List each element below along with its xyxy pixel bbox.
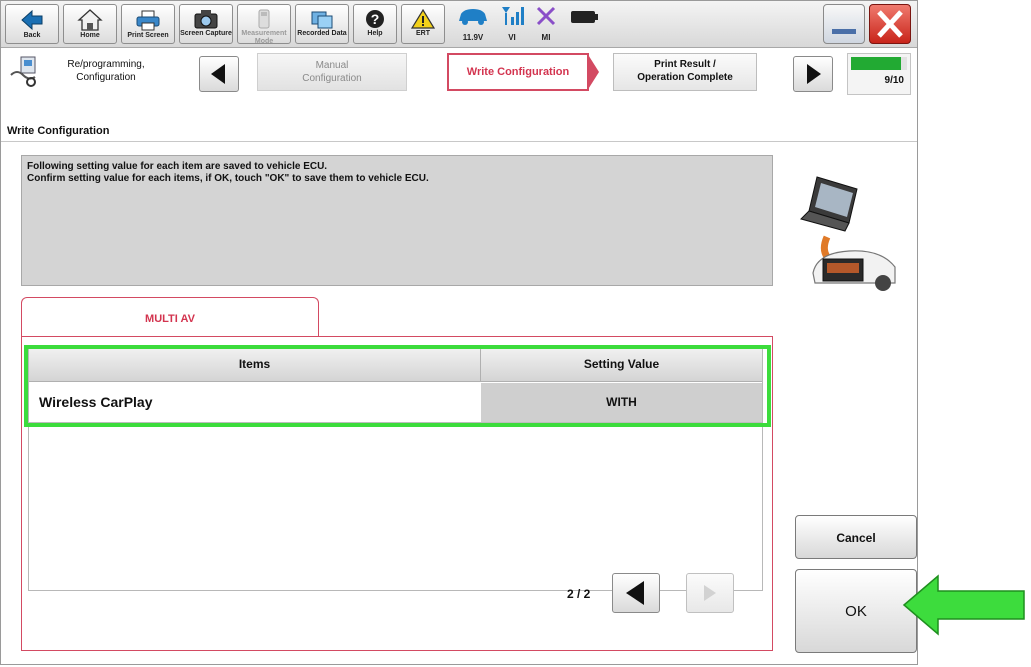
- settings-panel: Items Setting Value Wireless CarPlay WIT…: [21, 336, 773, 651]
- battery-voltage-indicator: 11.9V: [453, 5, 493, 43]
- cancel-button[interactable]: Cancel: [795, 515, 917, 559]
- current-step-pointer-icon: [587, 53, 599, 91]
- progress-label: 9/10: [884, 75, 904, 86]
- reprogramming-icon: [10, 56, 36, 87]
- laptop-to-vehicle-icon: [800, 176, 896, 291]
- vi-label: VI: [508, 33, 516, 42]
- ert-button[interactable]: ERT: [401, 4, 445, 44]
- mi-label: MI: [541, 33, 551, 42]
- step-print-result-label: Print Result /: [654, 59, 716, 70]
- triangle-left-icon: [211, 64, 225, 84]
- screen-capture-button[interactable]: Screen Capture: [179, 4, 233, 44]
- measurement-mode-label: Measurement Mode: [241, 30, 287, 45]
- warning-icon: [410, 8, 436, 29]
- recorded-data-icon: [311, 11, 333, 29]
- page-indicator: 2 / 2: [567, 587, 591, 601]
- home-label: Home: [80, 32, 100, 39]
- instruction-line-2: Confirm setting value for each items, if…: [27, 173, 429, 184]
- voltage-value: 11.9V: [462, 33, 484, 42]
- help-label: Help: [367, 30, 383, 37]
- step-operation-complete-label: Operation Complete: [637, 72, 733, 83]
- help-icon: ?: [366, 10, 384, 28]
- progress-bar-track: [851, 57, 907, 70]
- next-step-button[interactable]: [793, 56, 833, 92]
- back-arrow-icon: [21, 9, 43, 31]
- previous-step-button[interactable]: [199, 56, 239, 92]
- tab-multi-av[interactable]: MULTI AV: [21, 297, 319, 337]
- step-write-configuration-label: Write Configuration: [466, 66, 570, 78]
- triangle-left-icon: [626, 581, 644, 605]
- step-progress-indicator: 9/10: [847, 53, 911, 95]
- print-screen-label: Print Screen: [127, 32, 169, 39]
- screen-capture-label: Screen Capture: [180, 30, 232, 37]
- battery-icon: [571, 11, 598, 23]
- help-button[interactable]: ? Help: [353, 4, 397, 44]
- page-previous-button[interactable]: [612, 573, 660, 613]
- step-print-result: Print Result / Operation Complete: [613, 53, 757, 91]
- ert-label: ERT: [416, 30, 430, 37]
- measurement-mode-button[interactable]: Measurement Mode: [237, 4, 291, 45]
- battery-status: [567, 5, 603, 43]
- page-title: Write Configuration: [7, 125, 110, 137]
- toolbar: Back Home Print Screen Screen Capture Me…: [1, 1, 917, 48]
- print-screen-button[interactable]: Print Screen: [121, 4, 175, 44]
- close-button[interactable]: [869, 4, 911, 44]
- highlight-frame: [24, 345, 771, 427]
- step-navigation: Re/programming, Configuration Manual Con…: [1, 48, 917, 121]
- triangle-right-icon: [807, 64, 821, 84]
- close-icon: [877, 10, 903, 38]
- green-pointer-arrow-icon: [902, 574, 1025, 636]
- home-button[interactable]: Home: [63, 4, 117, 44]
- printer-icon: [136, 10, 160, 31]
- svg-text:?: ?: [371, 11, 380, 27]
- signal-strength-icon: [502, 7, 524, 25]
- triangle-right-icon: [704, 585, 716, 601]
- instruction-line-1: Following setting value for each item ar…: [27, 161, 328, 172]
- tab-multi-av-label: MULTI AV: [145, 313, 195, 325]
- ok-button[interactable]: OK: [795, 569, 917, 653]
- home-icon: [77, 9, 103, 31]
- step-write-configuration: Write Configuration: [447, 53, 589, 91]
- recorded-data-button[interactable]: Recorded Data: [295, 4, 349, 44]
- minimize-icon: [832, 29, 856, 34]
- back-button[interactable]: Back: [5, 4, 59, 44]
- instruction-message: Following setting value for each item ar…: [21, 155, 773, 286]
- mi-indicator: MI: [531, 5, 561, 43]
- vi-indicator: VI: [497, 5, 527, 43]
- title-divider: [1, 141, 917, 142]
- consult-window: Back Home Print Screen Screen Capture Me…: [0, 0, 918, 665]
- step-reprogramming-configuration: Re/programming, Configuration: [45, 58, 167, 90]
- recorded-data-label: Recorded Data: [297, 30, 347, 37]
- minimize-button[interactable]: [823, 4, 865, 44]
- car-icon: [459, 9, 487, 25]
- ok-label: OK: [845, 603, 867, 620]
- camera-icon: [194, 10, 218, 29]
- progress-bar-fill: [851, 57, 902, 70]
- cancel-label: Cancel: [836, 531, 876, 545]
- page-next-button[interactable]: [686, 573, 734, 613]
- multimeter-icon: [258, 9, 270, 29]
- back-label: Back: [23, 32, 41, 39]
- disconnected-x-icon: [536, 6, 556, 26]
- step-reprogramming-label: Re/programming, Configuration: [67, 59, 145, 83]
- step-manual-configuration: Manual Configuration: [257, 53, 407, 91]
- step-manual-configuration-label: Manual Configuration: [302, 60, 362, 84]
